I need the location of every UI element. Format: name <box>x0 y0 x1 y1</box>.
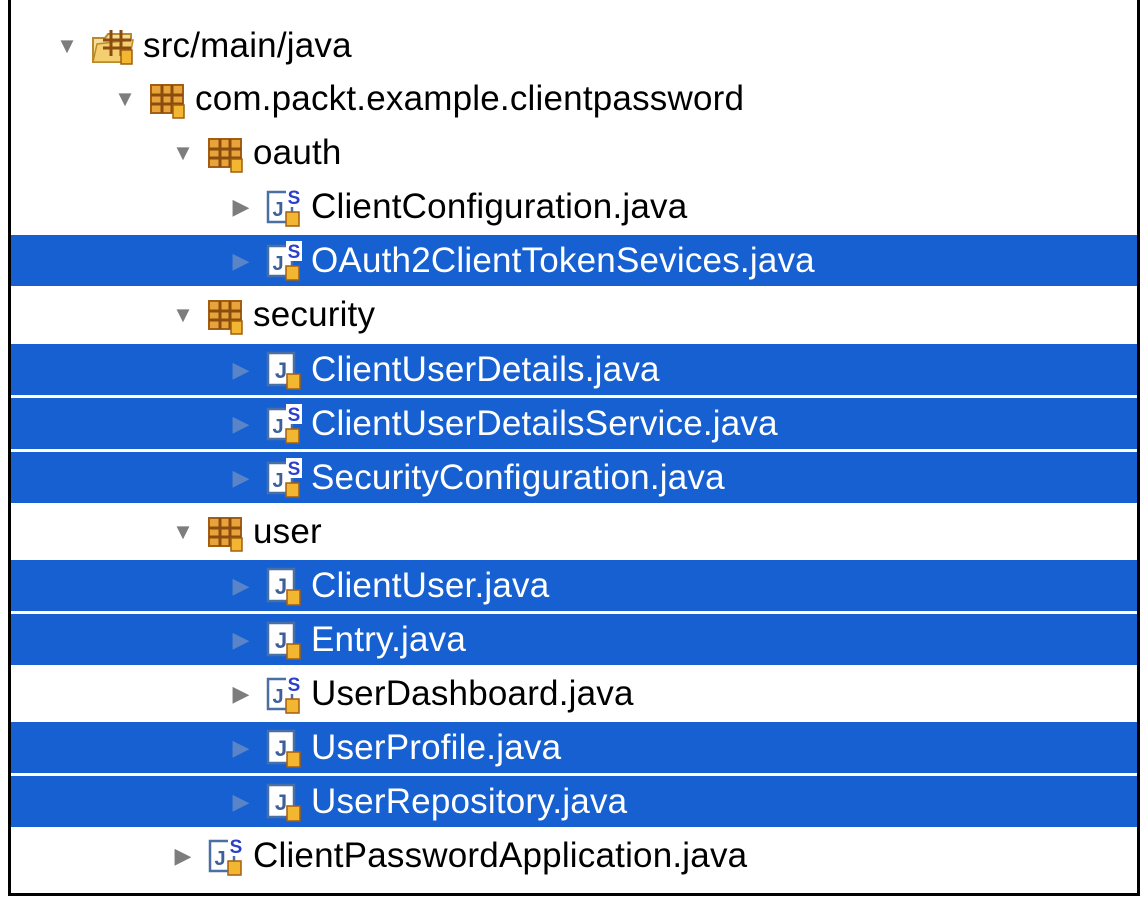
tree-item[interactable]: ▶ J ClientUserDetails.java <box>11 344 1137 395</box>
expand-toggle-icon[interactable]: ▶ <box>229 790 253 814</box>
tree-item-label: com.packt.example.clientpassword <box>195 78 745 118</box>
collapse-toggle-icon[interactable]: ▼ <box>113 87 137 111</box>
svg-text:J: J <box>272 686 283 708</box>
svg-text:S: S <box>288 459 301 480</box>
package-icon <box>207 133 245 173</box>
source-folder-icon <box>91 26 135 66</box>
java-file-icon: J <box>265 350 303 390</box>
tree-item-label: ClientConfiguration.java <box>311 186 688 226</box>
tree-item-label: Entry.java <box>311 619 467 659</box>
tree-item[interactable]: ▶ J S ClientConfiguration.java <box>11 181 1137 232</box>
tree-item-label: ClientUserDetailsService.java <box>311 403 778 443</box>
svg-text:J: J <box>272 470 283 492</box>
expand-toggle-icon[interactable]: ▶ <box>229 249 253 273</box>
svg-text:J: J <box>275 790 287 815</box>
collapse-toggle-icon[interactable]: ▼ <box>171 520 195 544</box>
svg-text:J: J <box>275 358 287 383</box>
tree-item[interactable]: ▶ J S ClientUserDetailsService.java <box>11 398 1137 449</box>
expand-toggle-icon[interactable]: ▶ <box>229 628 253 652</box>
tree-item-label: UserDashboard.java <box>311 673 634 713</box>
tree-item[interactable]: ▼ security <box>11 289 1137 340</box>
collapse-toggle-icon[interactable]: ▼ <box>171 303 195 327</box>
tree-item-label: ClientUser.java <box>311 565 550 605</box>
spring-java-file-icon: J S <box>265 240 303 281</box>
svg-text:J: J <box>272 253 283 275</box>
svg-text:S: S <box>288 405 301 426</box>
tree-item-label: UserProfile.java <box>311 727 562 767</box>
svg-text:S: S <box>288 188 301 209</box>
java-file-icon: J <box>265 782 303 822</box>
expand-toggle-icon[interactable]: ▶ <box>229 736 253 760</box>
tree-item[interactable]: ▶ J ClientUser.java <box>11 560 1137 611</box>
expand-toggle-icon[interactable]: ▶ <box>229 682 253 706</box>
tree-item-label: ClientPasswordApplication.java <box>253 835 748 875</box>
java-file-icon: J <box>265 728 303 768</box>
svg-text:J: J <box>272 416 283 438</box>
tree-item[interactable]: ▶ J UserProfile.java <box>11 722 1137 773</box>
java-file-icon: J <box>265 566 303 606</box>
tree-item[interactable]: ▶ J S UserDashboard.java <box>11 668 1137 719</box>
svg-text:J: J <box>272 199 283 221</box>
spring-java-file-icon: J S <box>265 457 303 498</box>
expand-toggle-icon[interactable]: ▶ <box>171 844 195 868</box>
svg-text:S: S <box>230 837 243 858</box>
spring-java-file-icon: J S <box>265 673 303 714</box>
tree-item[interactable]: ▼ com.packt.example.clientpassword <box>11 73 1137 124</box>
tree-item-label: SecurityConfiguration.java <box>311 457 725 497</box>
tree-item[interactable]: ▶ J UserRepository.java <box>11 776 1137 827</box>
tree-item[interactable]: ▼ oauth <box>11 127 1137 178</box>
svg-text:J: J <box>275 628 287 653</box>
tree-item[interactable]: ▼ src/main/java <box>11 20 1137 71</box>
expand-toggle-icon[interactable]: ▶ <box>229 574 253 598</box>
svg-text:S: S <box>288 242 301 263</box>
java-file-icon: J <box>265 620 303 660</box>
tree-item-label: OAuth2ClientTokenSevices.java <box>311 240 815 280</box>
expand-toggle-icon[interactable]: ▶ <box>229 466 253 490</box>
expand-toggle-icon[interactable]: ▶ <box>229 195 253 219</box>
spring-java-file-icon: J S <box>207 835 245 876</box>
tree-item[interactable]: ▶ J S SecurityConfiguration.java <box>11 452 1137 503</box>
tree-item-label: src/main/java <box>143 25 352 65</box>
svg-text:J: J <box>214 848 225 870</box>
project-explorer-tree: ▼ src/main/java ▼ com.packt.example.clien… <box>8 0 1140 896</box>
package-icon <box>207 295 245 335</box>
spring-java-file-icon: J S <box>265 403 303 444</box>
expand-toggle-icon[interactable]: ▶ <box>229 358 253 382</box>
tree-item-label: ClientUserDetails.java <box>311 349 660 389</box>
svg-text:J: J <box>275 736 287 761</box>
tree-item[interactable]: ▶ J S ClientPasswordApplication.java <box>11 830 1137 881</box>
tree-item[interactable]: ▼ user <box>11 506 1137 557</box>
svg-text:S: S <box>288 675 301 696</box>
package-icon <box>207 512 245 552</box>
tree-item[interactable]: ▶ J Entry.java <box>11 614 1137 665</box>
tree-item[interactable]: ▶ J S OAuth2ClientTokenSevices.java <box>11 235 1137 286</box>
tree-item-label: oauth <box>253 132 342 172</box>
tree-item-label: UserRepository.java <box>311 781 628 821</box>
tree-item-label: security <box>253 294 376 334</box>
collapse-toggle-icon[interactable]: ▼ <box>55 34 79 58</box>
collapse-toggle-icon[interactable]: ▼ <box>171 141 195 165</box>
package-icon <box>149 79 187 119</box>
svg-text:J: J <box>275 574 287 599</box>
spring-java-file-icon: J S <box>265 186 303 227</box>
tree-item-label: user <box>253 511 322 551</box>
expand-toggle-icon[interactable]: ▶ <box>229 412 253 436</box>
